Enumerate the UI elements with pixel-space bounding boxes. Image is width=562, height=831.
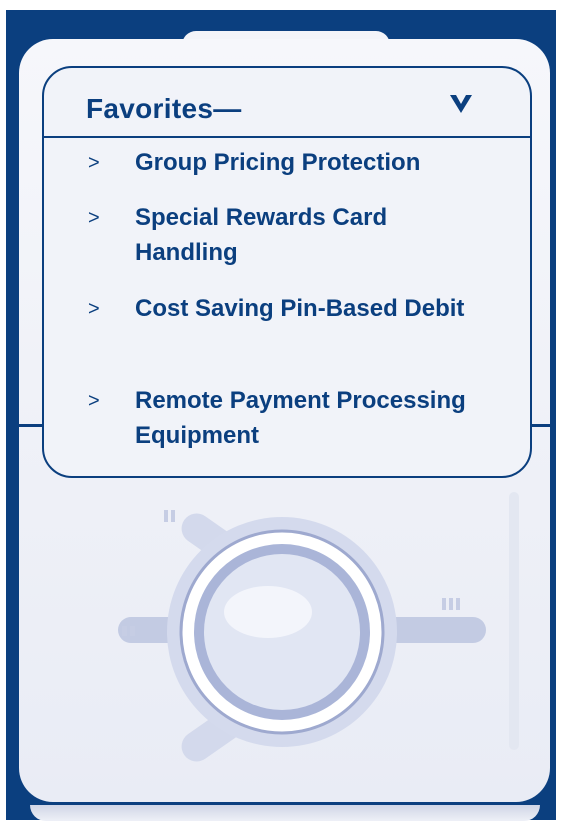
- favorite-item-label: Group Pricing Protection: [135, 149, 421, 176]
- favorites-title: Favorites—: [86, 93, 242, 124]
- wheel-marker-right-1: [442, 598, 446, 610]
- wheel-marker-right-3: [456, 598, 460, 610]
- chevron-right-icon: >: [88, 390, 100, 412]
- favorite-item-label: Special Rewards Card Handling: [135, 204, 388, 266]
- chevron-right-icon: >: [88, 298, 100, 320]
- wheel-marker-right-2: [449, 598, 453, 610]
- click-wheel-icon[interactable]: [100, 490, 540, 790]
- wheel-marker-left-1: [122, 626, 127, 636]
- favorite-item-label: Remote Payment Processing Equipment: [135, 387, 466, 449]
- wheel-marker-top-2: [171, 510, 175, 522]
- favorites-panel: Favorites— > Group Pricing Protection > …: [42, 66, 532, 478]
- wheel-highlight: [224, 586, 312, 638]
- chevron-right-icon: >: [88, 152, 100, 174]
- device-bottom-edge: [30, 805, 540, 821]
- wheel-marker-top-1: [164, 510, 168, 522]
- chevron-right-icon: >: [88, 207, 100, 229]
- divider-line-left: [6, 424, 44, 427]
- favorites-header[interactable]: Favorites—: [44, 68, 530, 138]
- wheel-marker-left-2: [130, 626, 135, 636]
- favorite-item-label: Cost Saving Pin-Based Debit: [135, 295, 465, 322]
- chevron-down-icon[interactable]: [448, 92, 474, 116]
- divider-line-right: [532, 424, 550, 427]
